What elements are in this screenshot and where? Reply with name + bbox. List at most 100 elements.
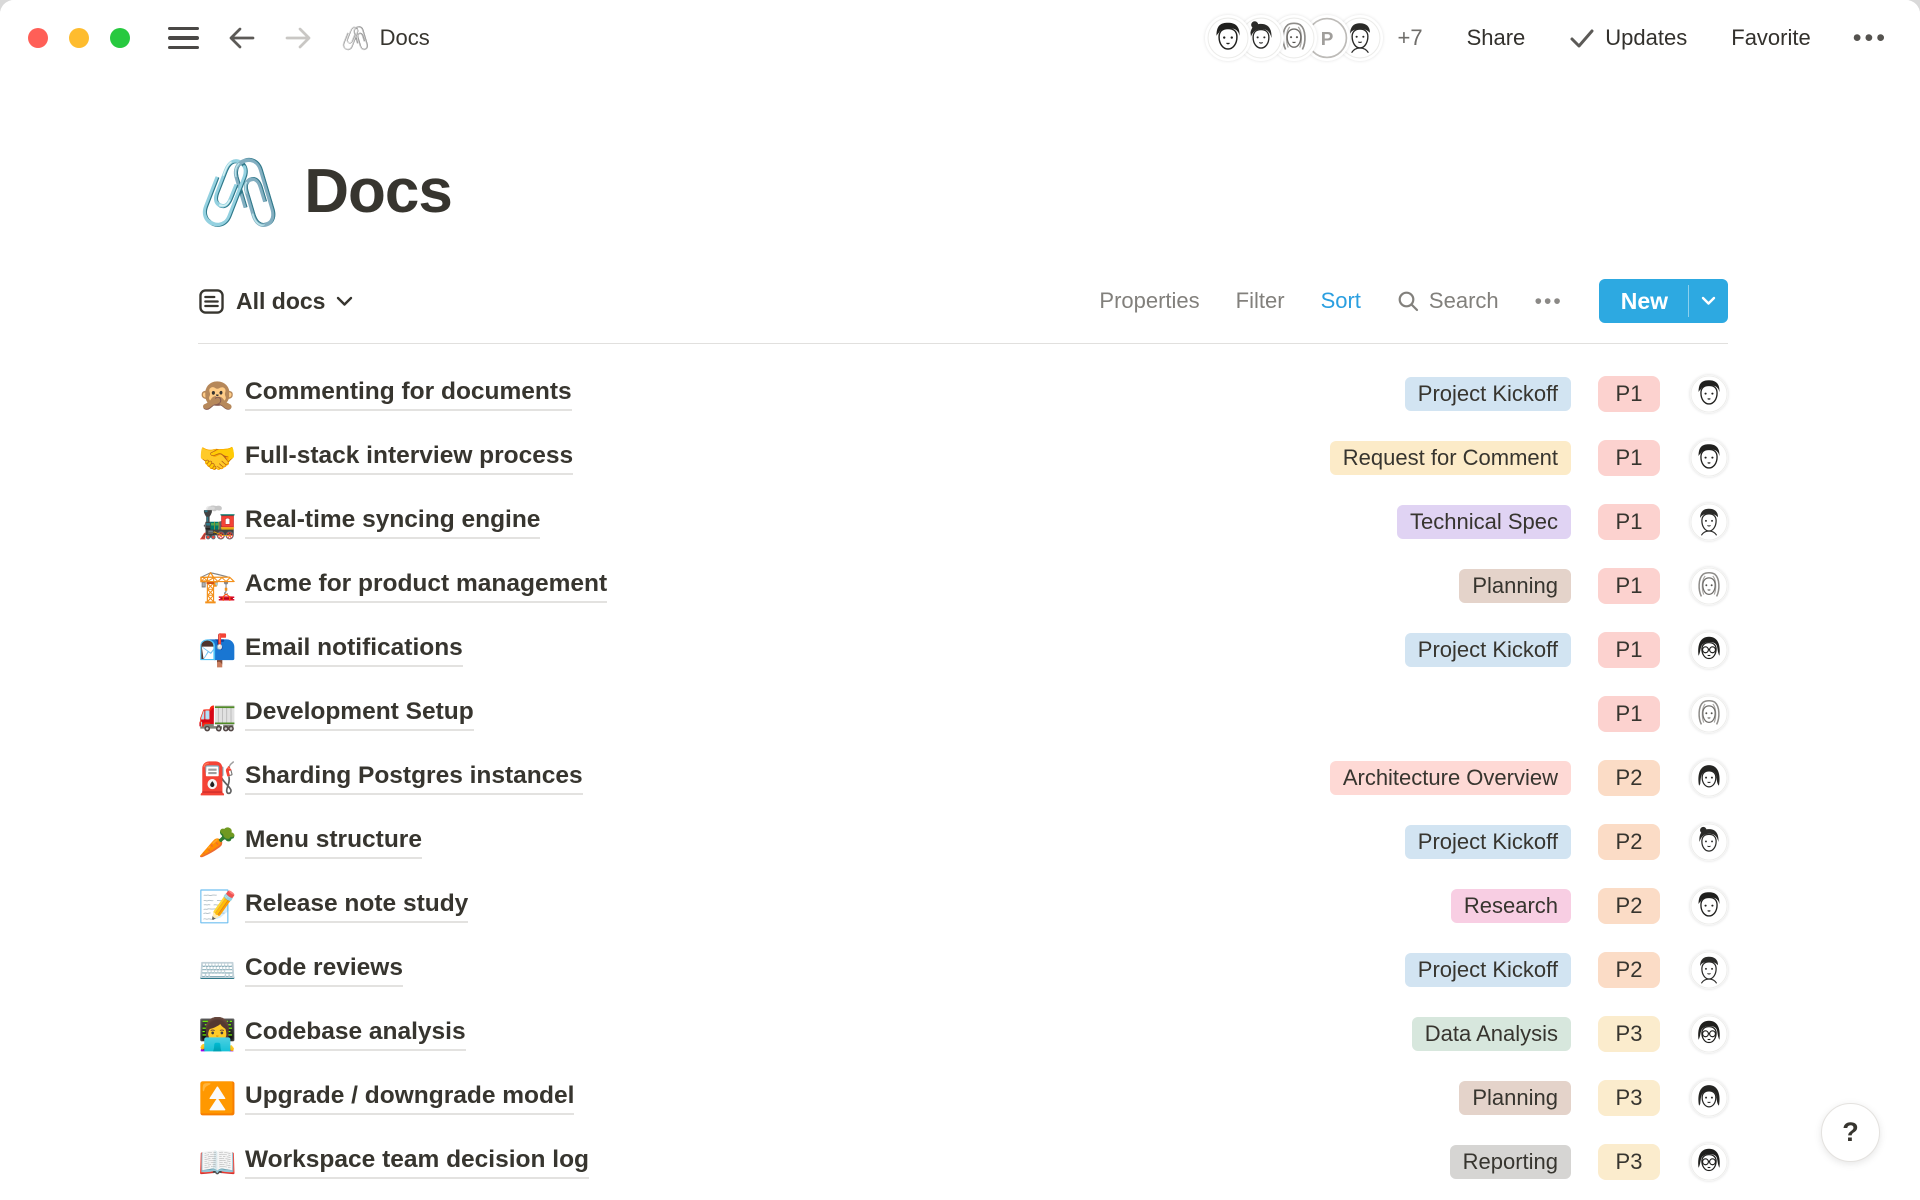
doc-row-properties: Technical Spec P1 (1397, 503, 1728, 541)
doc-title-link[interactable]: Full-stack interview process (245, 442, 573, 475)
doc-row[interactable]: ⌨️ Code reviews Project Kickoff P2 (198, 938, 1728, 1002)
search-icon (1397, 290, 1420, 313)
doc-row[interactable]: 👩‍💻 Codebase analysis Data Analysis P3 (198, 1002, 1728, 1066)
priority-badge[interactable]: P1 (1598, 696, 1660, 732)
new-dropdown-button[interactable] (1689, 279, 1728, 323)
doc-tag[interactable]: Request for Comment (1330, 441, 1571, 475)
doc-title-link[interactable]: Acme for product management (245, 570, 607, 603)
more-options-button[interactable]: ••• (1853, 26, 1888, 51)
doc-row[interactable]: 🤝 Full-stack interview process Request f… (198, 426, 1728, 490)
doc-tag[interactable]: Data Analysis (1412, 1017, 1571, 1051)
view-more-options-button[interactable]: ••• (1535, 291, 1563, 312)
page-icon[interactable]: 🖇️ (198, 159, 280, 225)
assignee-avatar[interactable] (1690, 695, 1728, 733)
priority-badge[interactable]: P3 (1598, 1080, 1660, 1116)
page-heading[interactable]: Docs (304, 156, 452, 227)
favorite-button[interactable]: Favorite (1731, 25, 1810, 51)
window-controls (28, 28, 130, 48)
doc-tag[interactable]: Research (1451, 889, 1571, 923)
doc-row[interactable]: 🏗️ Acme for product management Planning … (198, 554, 1728, 618)
priority-badge[interactable]: P1 (1598, 440, 1660, 476)
doc-emoji-icon: 🚛 (198, 699, 240, 730)
traffic-light-close-button[interactable] (28, 28, 48, 48)
traffic-light-minimize-button[interactable] (69, 28, 89, 48)
doc-emoji-icon: ⌨️ (198, 955, 240, 986)
doc-tag[interactable]: Project Kickoff (1405, 953, 1571, 987)
doc-title-link[interactable]: Email notifications (245, 634, 463, 667)
collaborator-avatars[interactable] (1205, 15, 1383, 61)
traffic-light-zoom-button[interactable] (110, 28, 130, 48)
assignee-avatar[interactable] (1690, 887, 1728, 925)
share-button[interactable]: Share (1467, 25, 1526, 51)
doc-title-link[interactable]: Upgrade / downgrade model (245, 1082, 574, 1115)
priority-badge[interactable]: P3 (1598, 1144, 1660, 1180)
doc-title-link[interactable]: Menu structure (245, 826, 422, 859)
doc-tag[interactable]: Planning (1459, 1081, 1571, 1115)
doc-emoji-icon: 🤝 (198, 443, 240, 474)
sidebar-toggle-button[interactable] (168, 27, 199, 49)
check-icon (1569, 27, 1595, 49)
doc-title-link[interactable]: Codebase analysis (245, 1018, 466, 1051)
doc-title-link[interactable]: Workspace team decision log (245, 1146, 589, 1179)
doc-row[interactable]: 📖 Workspace team decision log Reporting … (198, 1130, 1728, 1194)
assignee-avatar[interactable] (1690, 567, 1728, 605)
assignee-avatar[interactable] (1690, 375, 1728, 413)
new-button[interactable]: New (1599, 279, 1688, 323)
doc-tag[interactable]: Planning (1459, 569, 1571, 603)
priority-badge[interactable]: P2 (1598, 760, 1660, 796)
assignee-avatar[interactable] (1690, 951, 1728, 989)
breadcrumb-title: Docs (380, 25, 430, 51)
priority-badge[interactable]: P1 (1598, 376, 1660, 412)
doc-row[interactable]: ⛽ Sharding Postgres instances Architectu… (198, 746, 1728, 810)
favorite-label: Favorite (1731, 25, 1810, 51)
doc-title-link[interactable]: Development Setup (245, 698, 474, 731)
priority-badge[interactable]: P2 (1598, 952, 1660, 988)
priority-badge[interactable]: P1 (1598, 504, 1660, 540)
sort-button[interactable]: Sort (1321, 288, 1361, 314)
doc-row[interactable]: 🚂 Real-time syncing engine Technical Spe… (198, 490, 1728, 554)
assignee-avatar[interactable] (1690, 1079, 1728, 1117)
updates-button[interactable]: Updates (1569, 25, 1687, 51)
doc-title-link[interactable]: Sharding Postgres instances (245, 762, 583, 795)
doc-title-link[interactable]: Code reviews (245, 954, 403, 987)
doc-emoji-icon: 🏗️ (198, 571, 240, 602)
doc-emoji-icon: 🥕 (198, 827, 240, 858)
help-button[interactable]: ? (1821, 1103, 1880, 1162)
doc-title-link[interactable]: Real-time syncing engine (245, 506, 540, 539)
doc-row[interactable]: 🚛 Development Setup P1 (198, 682, 1728, 746)
priority-badge[interactable]: P1 (1598, 632, 1660, 668)
assignee-avatar[interactable] (1690, 503, 1728, 541)
doc-row[interactable]: ⏫ Upgrade / downgrade model Planning P3 (198, 1066, 1728, 1130)
doc-title-link[interactable]: Release note study (245, 890, 468, 923)
view-switcher[interactable]: All docs (198, 288, 353, 315)
assignee-avatar[interactable] (1690, 439, 1728, 477)
doc-title-link[interactable]: Commenting for documents (245, 378, 572, 411)
doc-row[interactable]: 🙊 Commenting for documents Project Kicko… (198, 362, 1728, 426)
assignee-avatar[interactable] (1690, 759, 1728, 797)
forward-button[interactable] (283, 24, 315, 52)
doc-tag[interactable]: Project Kickoff (1405, 633, 1571, 667)
priority-badge[interactable]: P1 (1598, 568, 1660, 604)
doc-tag[interactable]: Architecture Overview (1330, 761, 1571, 795)
assignee-avatar[interactable] (1690, 1015, 1728, 1053)
doc-tag[interactable]: Technical Spec (1397, 505, 1571, 539)
filter-button[interactable]: Filter (1236, 288, 1285, 314)
updates-label: Updates (1605, 25, 1687, 51)
priority-badge[interactable]: P2 (1598, 888, 1660, 924)
help-label: ? (1842, 1117, 1859, 1148)
doc-row[interactable]: 🥕 Menu structure Project Kickoff P2 (198, 810, 1728, 874)
assignee-avatar[interactable] (1690, 823, 1728, 861)
doc-tag[interactable]: Project Kickoff (1405, 825, 1571, 859)
assignee-avatar[interactable] (1690, 631, 1728, 669)
doc-tag[interactable]: Project Kickoff (1405, 377, 1571, 411)
properties-button[interactable]: Properties (1099, 288, 1199, 314)
back-button[interactable] (225, 24, 257, 52)
doc-row[interactable]: 📝 Release note study Research P2 (198, 874, 1728, 938)
search-button[interactable]: Search (1397, 288, 1499, 314)
priority-badge[interactable]: P3 (1598, 1016, 1660, 1052)
doc-tag[interactable]: Reporting (1450, 1145, 1571, 1179)
breadcrumb[interactable]: 🖇️ Docs (341, 25, 430, 52)
doc-row[interactable]: 📬 Email notifications Project Kickoff P1 (198, 618, 1728, 682)
assignee-avatar[interactable] (1690, 1143, 1728, 1181)
priority-badge[interactable]: P2 (1598, 824, 1660, 860)
